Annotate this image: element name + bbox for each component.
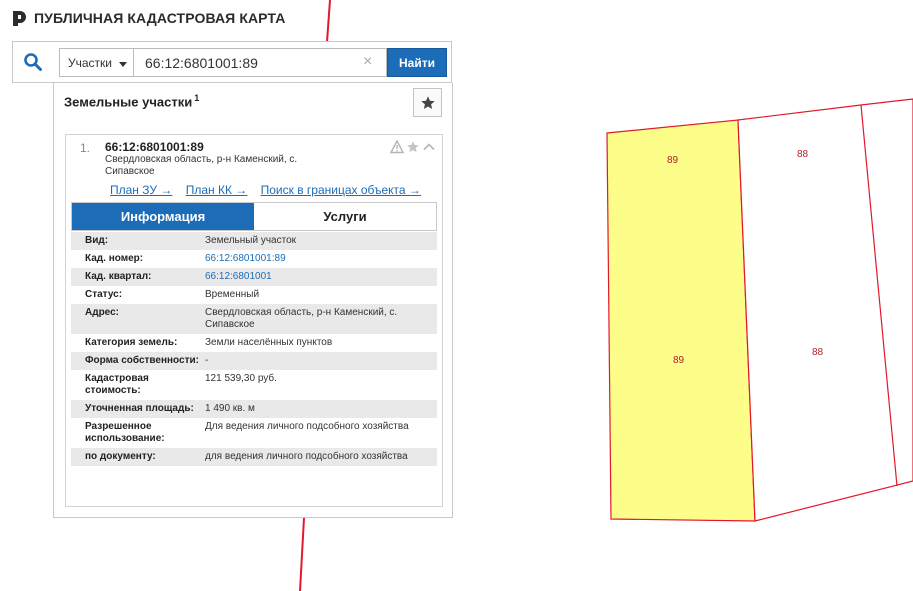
row-key: Вид: <box>85 235 109 246</box>
search-icon[interactable] <box>23 52 43 72</box>
row-value: Земли населённых пунктов <box>205 337 333 348</box>
parcel-label: 89 <box>667 155 679 166</box>
cad-number-link[interactable]: 66:12:6801001:89 <box>205 253 286 264</box>
row-value: 121 539,30 руб. <box>205 373 277 384</box>
link-search-in-bounds[interactable]: Поиск в границах объекта → <box>261 183 421 197</box>
cad-quarter-link[interactable]: 66:12:6801001 <box>205 271 272 282</box>
search-type-label: Участки <box>68 55 112 70</box>
result-cad-number[interactable]: 66:12:6801001:89 <box>105 140 204 154</box>
search-input[interactable] <box>134 48 387 77</box>
row-key: Статус: <box>85 289 123 300</box>
app-header: ПУБЛИЧНАЯ КАДАСТРОВАЯ КАРТА <box>12 8 285 28</box>
table-row: Кад. номер: 66:12:6801001:89 <box>71 250 437 268</box>
row-key: по документу: <box>85 451 156 462</box>
row-value: Земельный участок <box>205 235 297 246</box>
info-table: Вид: Земельный участок Кад. номер: 66:12:6… <box>71 232 437 466</box>
parcel-88[interactable] <box>737 98 913 522</box>
result-card: 1. 66:12:6801001:89 Свердловская область… <box>65 134 443 507</box>
row-key: Кад. квартал: <box>85 271 152 282</box>
map-boundary-line <box>326 0 331 43</box>
row-key: Форма собственности: <box>85 355 199 366</box>
table-row: Разрешенное использование: Для ведения ли… <box>71 418 437 448</box>
parcel-label: 89 <box>673 355 685 366</box>
result-address: Свердловская область, р-н Каменский, с. … <box>105 154 298 177</box>
favorites-button[interactable] <box>413 88 442 117</box>
panel-title-text: Земельные участки <box>64 94 193 110</box>
result-number: 1. <box>80 141 91 155</box>
parcel-label: 88 <box>812 347 824 358</box>
tab-services[interactable]: Услуги <box>254 203 436 230</box>
tab-information[interactable]: Информация <box>72 203 254 230</box>
row-value: для ведения личного подсобного хозяйства <box>205 451 408 462</box>
row-value: 1 490 кв. м <box>205 403 255 414</box>
row-value: Свердловская область, р-н Каменский, с. … <box>205 307 398 330</box>
table-row: по документу: для ведения личного подсобн… <box>71 448 437 466</box>
warning-icon[interactable] <box>389 139 405 154</box>
parcel-89-selected[interactable] <box>606 119 756 522</box>
table-row: Вид: Земельный участок <box>71 232 437 250</box>
row-key: Кадастровая стоимость: <box>85 373 149 396</box>
chevron-down-icon <box>119 62 127 67</box>
map-boundary-line <box>299 517 305 591</box>
table-row: Кад. квартал: 66:12:6801001 <box>71 268 437 286</box>
table-row: Форма собственности: - <box>71 352 437 370</box>
row-value: Для ведения личного подсобного хозяйства <box>205 421 409 432</box>
parcel-label: 88 <box>797 149 809 160</box>
row-key: Категория земель: <box>85 337 178 348</box>
row-key: Адрес: <box>85 307 119 318</box>
result-tabs: Информация Услуги <box>71 202 437 231</box>
table-row: Категория земель: Земли населённых пункто… <box>71 334 437 352</box>
row-value: Временный <box>205 289 260 300</box>
table-row: Кадастровая стоимость: 121 539,30 руб. <box>71 370 437 400</box>
app-title: ПУБЛИЧНАЯ КАДАСТРОВАЯ КАРТА <box>34 10 286 26</box>
table-row: Уточненная площадь: 1 490 кв. м <box>71 400 437 418</box>
panel-title: Земельные участки 1 <box>64 93 199 109</box>
search-bar: Участки × Найти <box>12 41 452 83</box>
star-icon <box>420 95 435 109</box>
result-links: План ЗУ → План КК → Поиск в границах объ… <box>110 183 431 197</box>
row-key: Уточненная площадь: <box>85 403 194 414</box>
find-button[interactable]: Найти <box>387 48 447 77</box>
link-plan-kk[interactable]: План КК → <box>186 183 248 197</box>
result-count: 1 <box>194 93 200 103</box>
star-icon[interactable] <box>406 140 420 154</box>
table-row: Адрес: Свердловская область, р-н Каменски… <box>71 304 437 334</box>
results-panel: Земельные участки 1 1. 66:12:6801001:89 С… <box>53 83 453 518</box>
row-key: Кад. номер: <box>85 253 144 264</box>
row-key: Разрешенное использование: <box>85 421 165 444</box>
row-value: - <box>205 355 209 366</box>
clear-icon[interactable]: × <box>363 53 372 71</box>
table-row: Статус: Временный <box>71 286 437 304</box>
search-type-select[interactable]: Участки <box>59 48 134 77</box>
logo-icon <box>12 10 27 27</box>
card-actions <box>389 139 436 154</box>
link-plan-zu[interactable]: План ЗУ → <box>110 183 172 197</box>
chevron-up-icon[interactable] <box>422 140 436 154</box>
